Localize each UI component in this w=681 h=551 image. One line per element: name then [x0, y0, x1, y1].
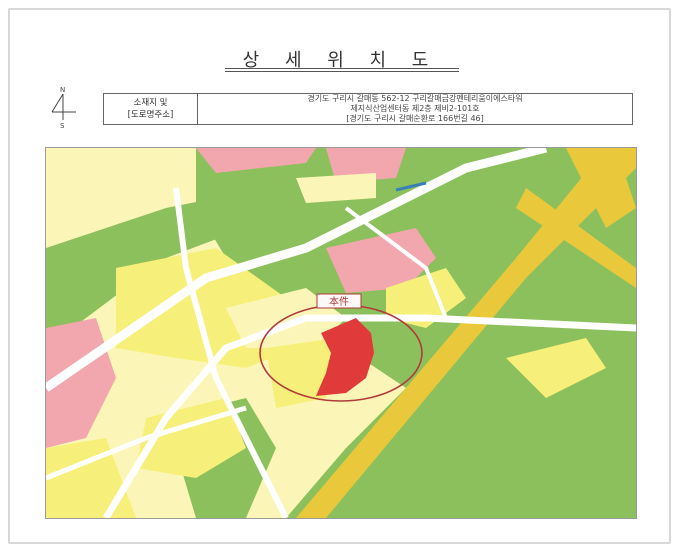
subject-label: 本件	[329, 295, 349, 308]
north-arrow-icon: N S	[46, 84, 82, 130]
location-label: 소재지 및	[133, 98, 168, 108]
residential-block-4	[266, 338, 336, 408]
south-letter: S	[60, 122, 65, 128]
address-line-1: 경기도 구리시 갈매동 562-12 구리갈매금강펜테리움이에스타워	[307, 94, 523, 103]
location-map: 本件	[45, 147, 637, 519]
address-cell: 경기도 구리시 갈매동 562-12 구리갈매금강펜테리움이에스타워 제지식산업…	[198, 94, 632, 124]
road-address-label: [도로명주소]	[127, 110, 174, 120]
location-label-cell: 소재지 및 [도로명주소]	[104, 94, 198, 124]
address-line-3: [경기도 구리시 갈매순환로 166번길 46]	[346, 114, 484, 123]
residential-north	[296, 173, 376, 203]
location-table: 소재지 및 [도로명주소] 경기도 구리시 갈매동 562-12 구리갈매금강펜…	[103, 93, 633, 125]
north-letter: N	[60, 86, 65, 94]
address-line-2: 제지식산업센터동 제2층 제비2-101호	[350, 104, 480, 113]
title-underline	[225, 68, 459, 69]
title-underline-double	[225, 71, 459, 72]
